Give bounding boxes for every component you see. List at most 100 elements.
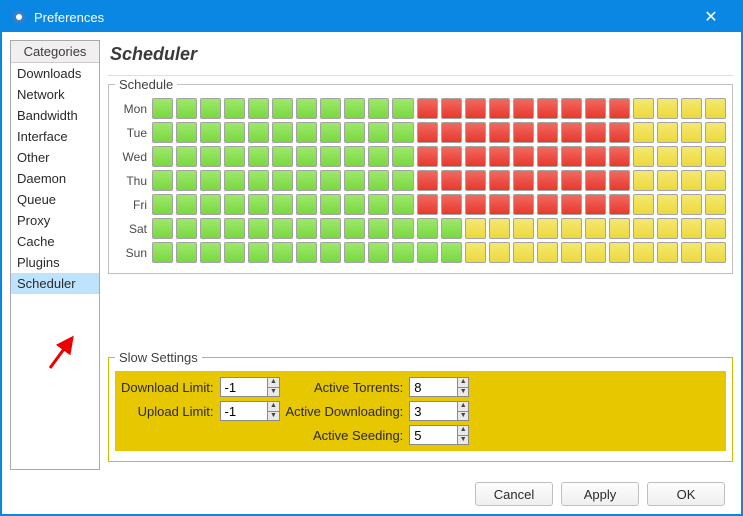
schedule-cell[interactable]	[657, 170, 678, 191]
schedule-cell[interactable]	[248, 242, 269, 263]
sidebar-item-downloads[interactable]: Downloads	[11, 63, 99, 84]
schedule-cell[interactable]	[537, 146, 558, 167]
schedule-cell[interactable]	[344, 194, 365, 215]
schedule-cell[interactable]	[489, 218, 510, 239]
schedule-cell[interactable]	[633, 218, 654, 239]
schedule-cell[interactable]	[681, 122, 702, 143]
schedule-cell[interactable]	[152, 194, 173, 215]
schedule-cell[interactable]	[272, 242, 293, 263]
schedule-cell[interactable]	[705, 242, 726, 263]
schedule-cell[interactable]	[681, 218, 702, 239]
schedule-cell[interactable]	[441, 122, 462, 143]
schedule-cell[interactable]	[392, 242, 413, 263]
schedule-cell[interactable]	[561, 122, 582, 143]
schedule-cell[interactable]	[513, 242, 534, 263]
schedule-cell[interactable]	[200, 242, 221, 263]
schedule-cell[interactable]	[224, 170, 245, 191]
schedule-cell[interactable]	[681, 242, 702, 263]
upload-limit-input[interactable]	[221, 402, 268, 420]
schedule-cell[interactable]	[681, 170, 702, 191]
spin-up-icon[interactable]: ▲	[458, 402, 468, 412]
schedule-cell[interactable]	[272, 170, 293, 191]
schedule-cell[interactable]	[344, 218, 365, 239]
schedule-cell[interactable]	[561, 194, 582, 215]
schedule-cell[interactable]	[585, 146, 606, 167]
schedule-cell[interactable]	[465, 170, 486, 191]
schedule-cell[interactable]	[633, 98, 654, 119]
spin-down-icon[interactable]: ▼	[268, 412, 278, 421]
schedule-cell[interactable]	[513, 170, 534, 191]
schedule-cell[interactable]	[248, 98, 269, 119]
schedule-cell[interactable]	[465, 218, 486, 239]
schedule-cell[interactable]	[248, 170, 269, 191]
sidebar-item-cache[interactable]: Cache	[11, 231, 99, 252]
schedule-cell[interactable]	[657, 98, 678, 119]
active-seeding-spinbox[interactable]: ▲▼	[409, 425, 469, 445]
schedule-cell[interactable]	[489, 122, 510, 143]
active-downloading-spinbox[interactable]: ▲▼	[409, 401, 469, 421]
schedule-cell[interactable]	[200, 146, 221, 167]
spin-down-icon[interactable]: ▼	[458, 436, 468, 445]
schedule-cell[interactable]	[561, 98, 582, 119]
spin-down-icon[interactable]: ▼	[458, 388, 468, 397]
schedule-cell[interactable]	[272, 122, 293, 143]
schedule-cell[interactable]	[561, 242, 582, 263]
schedule-cell[interactable]	[152, 146, 173, 167]
schedule-cell[interactable]	[392, 194, 413, 215]
active-seeding-input[interactable]	[410, 426, 457, 444]
schedule-cell[interactable]	[176, 194, 197, 215]
schedule-cell[interactable]	[152, 122, 173, 143]
schedule-cell[interactable]	[368, 194, 389, 215]
sidebar-item-other[interactable]: Other	[11, 147, 99, 168]
schedule-cell[interactable]	[633, 146, 654, 167]
schedule-cell[interactable]	[537, 98, 558, 119]
schedule-cell[interactable]	[368, 170, 389, 191]
ok-button[interactable]: OK	[647, 482, 725, 506]
sidebar-item-scheduler[interactable]: Scheduler	[11, 273, 99, 294]
schedule-cell[interactable]	[272, 194, 293, 215]
schedule-cell[interactable]	[296, 242, 317, 263]
schedule-cell[interactable]	[320, 146, 341, 167]
schedule-cell[interactable]	[248, 218, 269, 239]
schedule-cell[interactable]	[681, 194, 702, 215]
schedule-cell[interactable]	[465, 122, 486, 143]
schedule-cell[interactable]	[368, 218, 389, 239]
apply-button[interactable]: Apply	[561, 482, 639, 506]
active-torrents-input[interactable]	[410, 378, 457, 396]
schedule-cell[interactable]	[585, 194, 606, 215]
schedule-cell[interactable]	[152, 170, 173, 191]
schedule-cell[interactable]	[465, 146, 486, 167]
schedule-cell[interactable]	[417, 218, 438, 239]
schedule-cell[interactable]	[705, 146, 726, 167]
schedule-cell[interactable]	[489, 98, 510, 119]
schedule-cell[interactable]	[441, 194, 462, 215]
schedule-cell[interactable]	[296, 146, 317, 167]
schedule-cell[interactable]	[200, 98, 221, 119]
schedule-cell[interactable]	[609, 194, 630, 215]
active-torrents-spinbox[interactable]: ▲▼	[409, 377, 469, 397]
schedule-cell[interactable]	[320, 122, 341, 143]
sidebar-item-daemon[interactable]: Daemon	[11, 168, 99, 189]
schedule-cell[interactable]	[537, 194, 558, 215]
schedule-cell[interactable]	[489, 194, 510, 215]
schedule-cell[interactable]	[176, 218, 197, 239]
schedule-cell[interactable]	[224, 218, 245, 239]
schedule-cell[interactable]	[392, 218, 413, 239]
schedule-cell[interactable]	[441, 146, 462, 167]
schedule-cell[interactable]	[585, 98, 606, 119]
schedule-cell[interactable]	[537, 170, 558, 191]
spin-up-icon[interactable]: ▲	[268, 402, 278, 412]
schedule-cell[interactable]	[561, 218, 582, 239]
schedule-cell[interactable]	[513, 194, 534, 215]
cancel-button[interactable]: Cancel	[475, 482, 553, 506]
schedule-cell[interactable]	[609, 242, 630, 263]
schedule-cell[interactable]	[224, 194, 245, 215]
schedule-cell[interactable]	[537, 122, 558, 143]
download-limit-input[interactable]	[221, 378, 268, 396]
active-downloading-input[interactable]	[410, 402, 457, 420]
schedule-cell[interactable]	[296, 98, 317, 119]
schedule-cell[interactable]	[585, 218, 606, 239]
upload-limit-spinbox[interactable]: ▲▼	[220, 401, 280, 421]
schedule-cell[interactable]	[441, 242, 462, 263]
schedule-cell[interactable]	[657, 146, 678, 167]
